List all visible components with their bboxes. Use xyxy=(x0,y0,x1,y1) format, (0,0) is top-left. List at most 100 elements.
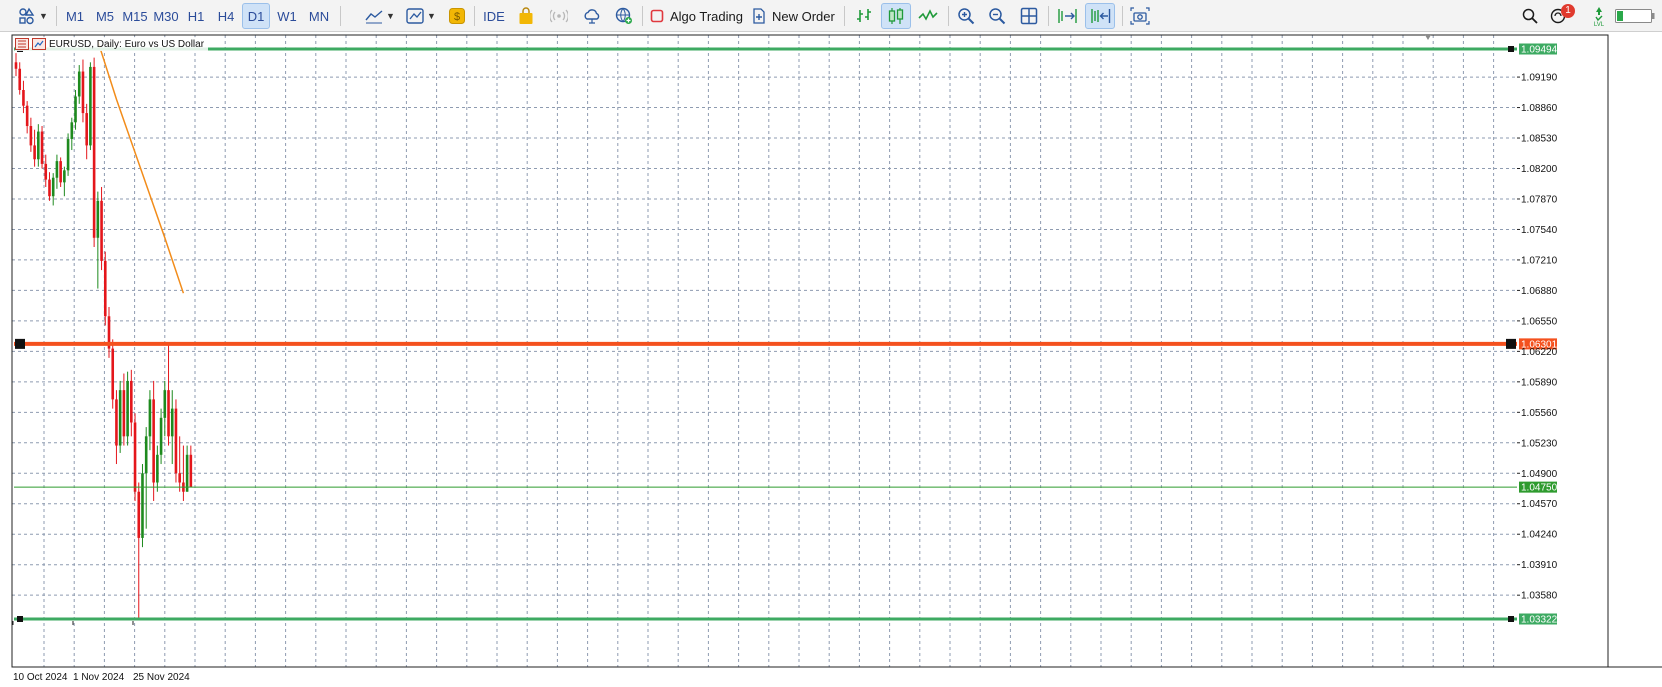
depth-icon: LVL xyxy=(1594,7,1605,27)
timeframe-m5-button[interactable]: M5 xyxy=(92,3,118,29)
candle-body xyxy=(66,138,70,171)
candle-body xyxy=(59,161,62,183)
connection-status[interactable] xyxy=(1614,3,1656,29)
timeframe-h4-button[interactable]: H4 xyxy=(213,3,239,29)
price-tick-label: 1.05890 xyxy=(1521,377,1558,388)
grid-toggle-button[interactable] xyxy=(1017,3,1041,29)
market-button[interactable]: $ xyxy=(446,3,468,29)
chevron-down-icon: ▼ xyxy=(386,11,395,21)
market-store-button[interactable] xyxy=(515,3,537,29)
bullish-candle xyxy=(89,62,92,151)
bearish-candle xyxy=(174,399,178,483)
zoom-in-button[interactable] xyxy=(954,3,978,29)
line-chart-button[interactable] xyxy=(915,3,941,29)
timeframe-w1-button[interactable]: W1 xyxy=(273,3,301,29)
price-tick-label: 1.04240 xyxy=(1521,530,1558,541)
svg-text:$: $ xyxy=(454,11,460,23)
candle-body xyxy=(14,62,18,69)
ide-label: IDE xyxy=(483,8,505,24)
depth-of-market-button[interactable]: LVL xyxy=(1587,3,1611,29)
objects-icon xyxy=(19,7,35,25)
chart-properties-icon[interactable] xyxy=(32,38,46,50)
signals-button[interactable] xyxy=(548,3,570,29)
candle-body xyxy=(22,90,25,106)
bearish-candle xyxy=(92,57,96,248)
candlestick-chart[interactable]: 1.094941.063011.047501.03322 1.091901.08… xyxy=(0,33,1662,687)
chart-window: 1.09494 1.06301 1.04750 1.03322 1.09190 1.08… xyxy=(0,33,1662,687)
bearish-candle xyxy=(133,413,137,501)
candle-body xyxy=(55,161,59,178)
line-anchor-handle xyxy=(1508,616,1514,622)
templates-icon xyxy=(406,8,424,24)
chevron-down-icon: ▼ xyxy=(39,11,48,21)
time-tick-label: 10 Oct 2024 xyxy=(13,672,68,683)
search-button[interactable] xyxy=(1518,3,1542,29)
algo-trading-label: Algo Trading xyxy=(670,8,743,24)
bearish-candle xyxy=(40,126,44,169)
zoom-out-icon xyxy=(989,8,1006,25)
toolbar-divider xyxy=(1122,6,1123,26)
price-tag-label: 1.03322 xyxy=(1521,615,1558,626)
line-chart-icon xyxy=(918,9,938,21)
candlestick-chart-button[interactable] xyxy=(881,3,911,29)
chart-shift-button[interactable] xyxy=(1085,3,1115,29)
zoom-out-button[interactable] xyxy=(985,3,1009,29)
templates-menu-button[interactable]: ▼ xyxy=(403,3,439,29)
stop-icon xyxy=(650,9,664,23)
search-icon xyxy=(1522,8,1538,24)
timeframe-mn-button[interactable]: MN xyxy=(304,3,334,29)
signals-icon xyxy=(550,9,568,23)
timeframe-m1-button[interactable]: M1 xyxy=(62,3,88,29)
line-anchor-handle xyxy=(1506,338,1516,349)
chart-window-icon[interactable] xyxy=(15,38,29,50)
price-tick-label: 1.07870 xyxy=(1521,194,1558,205)
candle-body xyxy=(144,436,148,474)
candle-body xyxy=(40,131,44,164)
toolbar-divider xyxy=(1048,6,1049,26)
new-order-button[interactable]: New Order xyxy=(752,3,838,29)
price-tag-label: 1.09494 xyxy=(1521,45,1558,56)
bar-chart-button[interactable] xyxy=(851,3,877,29)
candle-body xyxy=(48,179,51,197)
notification-badge: 1 xyxy=(1561,4,1575,18)
candle-body xyxy=(81,71,85,114)
bullish-candle xyxy=(66,133,70,176)
vps-icon xyxy=(615,7,632,24)
vps-button[interactable] xyxy=(613,3,635,29)
cloud-button[interactable] xyxy=(581,3,603,29)
candle-body xyxy=(103,260,107,317)
timeframe-h1-button[interactable]: H1 xyxy=(183,3,209,29)
screenshot-button[interactable] xyxy=(1127,3,1153,29)
candle-body xyxy=(85,113,88,146)
market-icon: $ xyxy=(449,8,465,24)
timeframe-m15-button[interactable]: M15 xyxy=(120,3,150,29)
candle-body xyxy=(33,145,36,160)
candle-body xyxy=(115,399,118,446)
ide-button[interactable]: IDE xyxy=(480,3,508,29)
algo-trading-button[interactable]: Algo Trading xyxy=(650,3,746,29)
svg-text:LVL: LVL xyxy=(1594,22,1605,27)
timeframe-d1-button[interactable]: D1 xyxy=(242,3,270,29)
bearish-candle xyxy=(111,339,115,409)
indicators-menu-button[interactable]: ▼ xyxy=(362,3,398,29)
toolbar-divider xyxy=(948,6,949,26)
time-tick-label: 25 Nov 2024 xyxy=(133,672,190,683)
candle-body xyxy=(29,126,33,146)
bearish-candle xyxy=(103,251,107,326)
bullish-candle xyxy=(118,380,122,453)
candle-body xyxy=(63,170,66,183)
candle-body xyxy=(92,66,96,238)
candle-body xyxy=(77,71,81,97)
price-tick-label: 1.06550 xyxy=(1521,316,1558,327)
price-tick-label: 1.08200 xyxy=(1521,164,1558,175)
candle-body xyxy=(137,491,141,538)
price-tick-label: 1.07540 xyxy=(1521,225,1558,236)
candle-body xyxy=(167,390,170,437)
price-tick-label: 1.05230 xyxy=(1521,438,1558,449)
candle-body xyxy=(170,408,174,437)
timeframe-m30-button[interactable]: M30 xyxy=(151,3,181,29)
autoscroll-button[interactable] xyxy=(1053,3,1081,29)
candle-body xyxy=(122,390,126,437)
candle-body xyxy=(133,422,137,492)
objects-menu-button[interactable]: ▼ xyxy=(16,3,50,29)
